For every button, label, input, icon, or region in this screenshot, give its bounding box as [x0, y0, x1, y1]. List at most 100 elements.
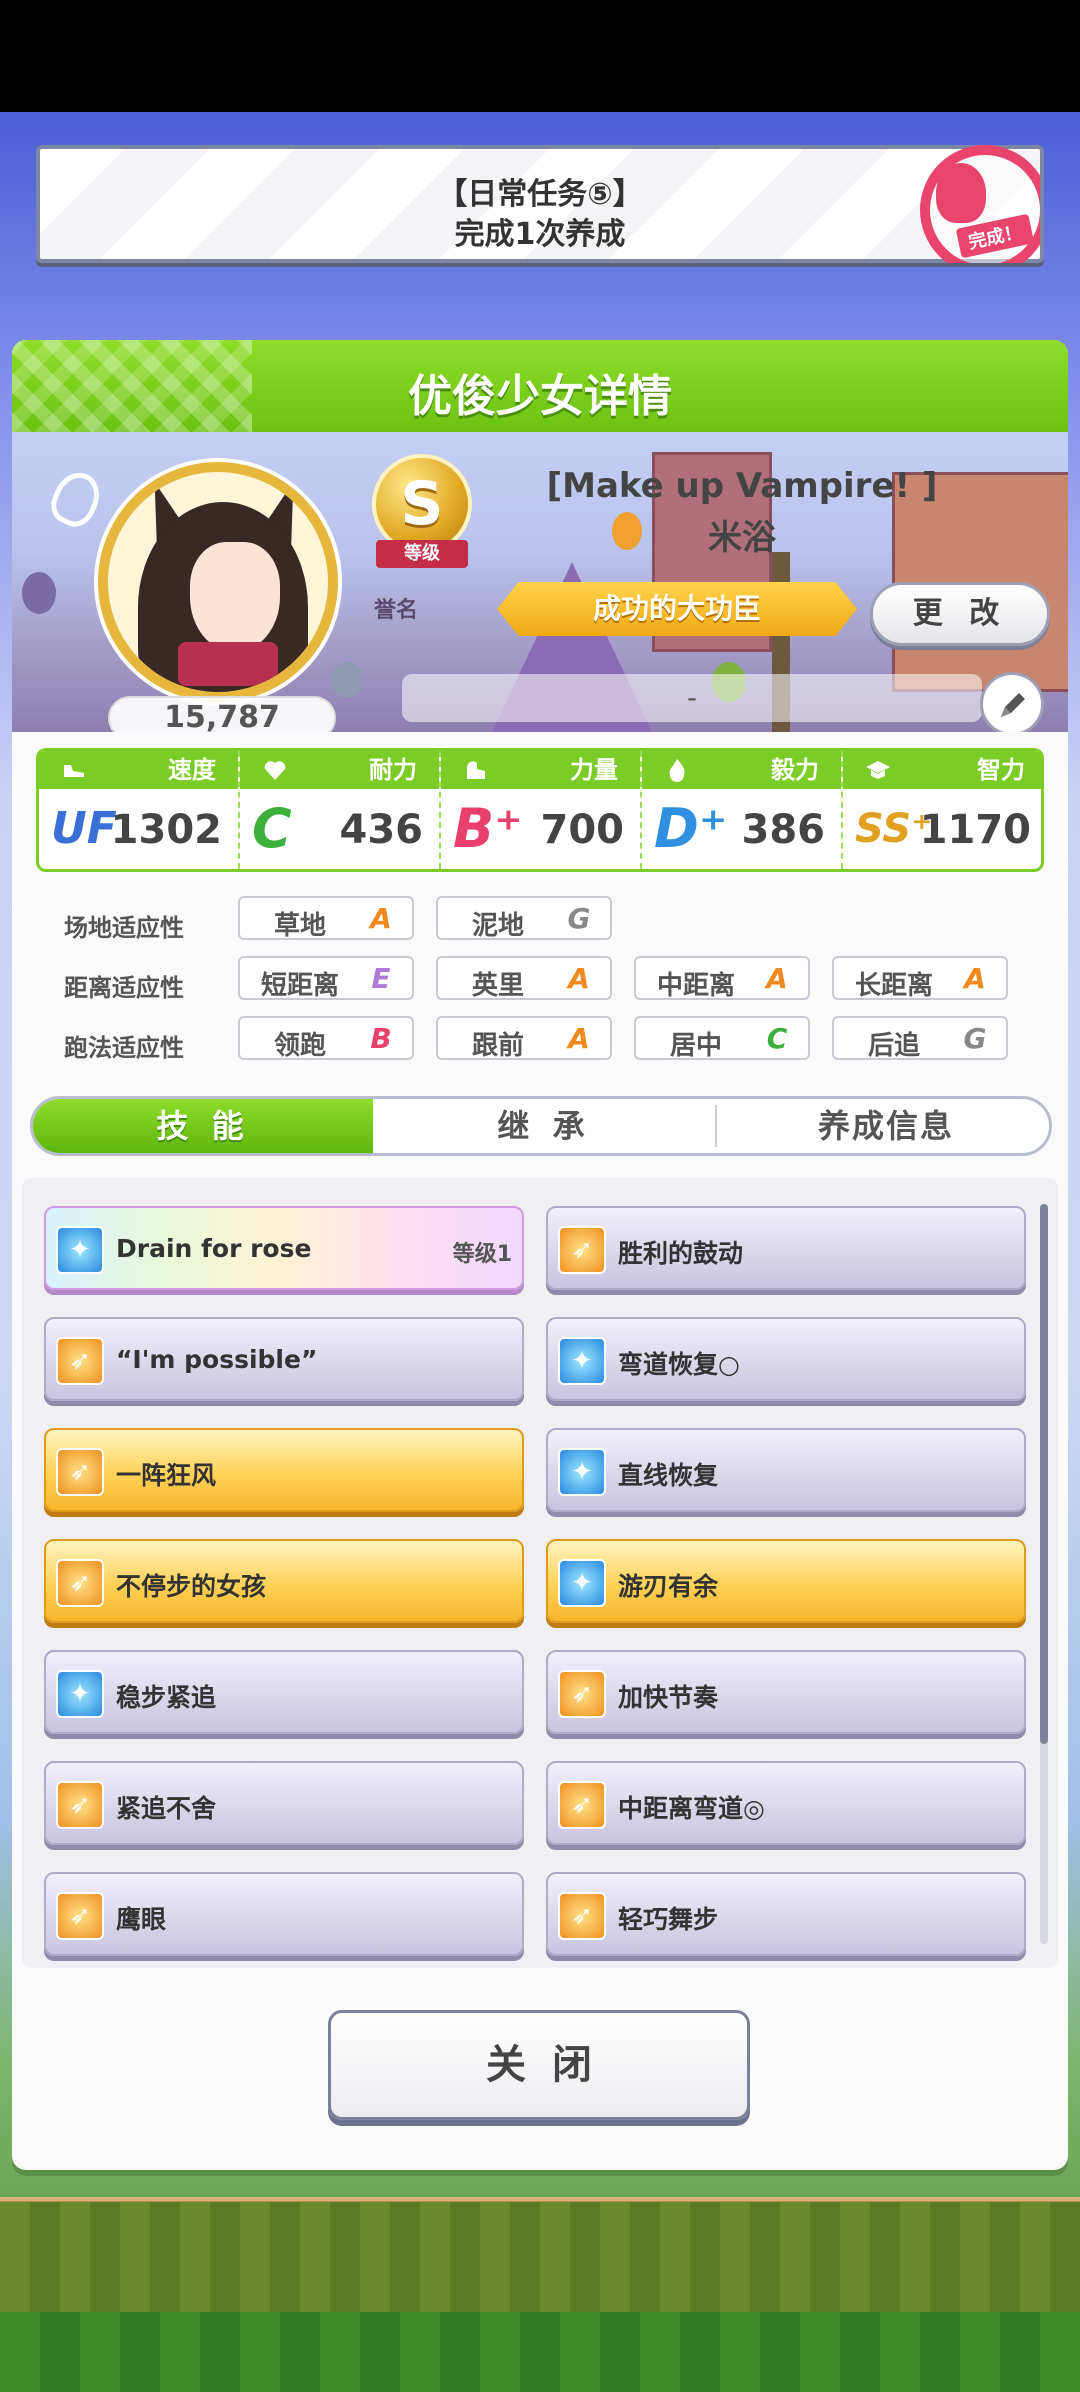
umamusume-detail-panel: 优俊少女详情 15,787 S 等级 誉名 [Make up Vampire! …: [12, 340, 1068, 2170]
stat-label: 力量: [441, 751, 640, 789]
aptitude-grade: A: [370, 902, 392, 935]
stat-body: UF 1302: [39, 789, 238, 869]
skill-name: 游刃有余: [618, 1572, 719, 1601]
stat-label-text: 力量: [570, 756, 618, 784]
muscle-icon: [467, 761, 485, 779]
aptitude-name: 跟前: [471, 1031, 524, 1061]
skill-name: 胜利的鼓动: [618, 1239, 744, 1268]
skill-level: 等级1: [452, 1242, 512, 1267]
skill-item[interactable]: ➶ 紧追不舍: [44, 1761, 524, 1845]
aptitude-grade: A: [568, 1022, 590, 1055]
skill-item[interactable]: ✦ 游刃有余: [546, 1539, 1026, 1623]
aptitude-grade: A: [964, 962, 986, 995]
skill-name: Drain for rose: [116, 1234, 312, 1263]
character-avatar[interactable]: [98, 462, 338, 702]
aptitude-grade: C: [766, 1022, 788, 1055]
aptitude-grade: B: [370, 1022, 392, 1055]
skill-name: 加快节奏: [618, 1683, 719, 1712]
aptitude-name: 长距离: [854, 971, 933, 1001]
skill-item[interactable]: ➶ 中距离弯道◎: [546, 1761, 1026, 1845]
skill-item[interactable]: ✦ 稳步紧追: [44, 1650, 524, 1734]
carrot-icon: [44, 465, 108, 533]
skill-item[interactable]: ➶ 加快节奏: [546, 1650, 1026, 1734]
stat-grade: D⁺: [654, 797, 728, 860]
skill-item[interactable]: ➶ 不停步的女孩: [44, 1539, 524, 1623]
character-name: 米浴: [708, 518, 776, 558]
skill-item[interactable]: ✦ 弯道恢复○: [546, 1317, 1026, 1401]
skill-name: 弯道恢复○: [618, 1350, 740, 1379]
edit-button[interactable]: [980, 672, 1044, 732]
aptitude-name: 后追: [867, 1031, 920, 1061]
aptitude-late-surger: 居中 C: [634, 1016, 810, 1061]
aptitude-end-closer: 后追 G: [832, 1016, 1008, 1061]
speed-skill-icon: ➶: [558, 1670, 606, 1718]
stat-body: D⁺ 386: [642, 789, 841, 869]
stat-value: 436: [339, 807, 424, 853]
stat-value: 1302: [110, 807, 222, 853]
stat-label-text: 耐力: [369, 756, 417, 784]
speed-skill-icon: ➶: [56, 1892, 104, 1940]
recovery-skill-icon: ✦: [558, 1559, 606, 1607]
skill-name: 一阵狂风: [116, 1461, 217, 1490]
stats-table: 速度 UF 1302 耐力 C 436 力量 B⁺ 700 毅力 D⁺ 386 …: [36, 748, 1044, 872]
stat-label: 智力: [843, 751, 1041, 789]
change-button[interactable]: 更 改: [870, 582, 1050, 646]
skill-name: 轻巧舞步: [618, 1905, 719, 1934]
stat-body: SS⁺ 1170: [843, 789, 1041, 869]
aptitude-turf: 草地 A: [238, 896, 414, 941]
fan-count: 15,787: [108, 696, 336, 732]
aptitude-name: 居中: [669, 1031, 722, 1061]
tab-skills[interactable]: 技 能: [33, 1099, 373, 1153]
outfit-name: [Make up Vampire! ]: [546, 466, 938, 506]
stat-grade: B⁺: [453, 797, 523, 860]
rank-label: 等级: [376, 540, 468, 568]
detail-tabs: 技 能 继 承 养成信息: [30, 1096, 1052, 1156]
skill-name: 不停步的女孩: [116, 1572, 267, 1601]
aptitude-grade: E: [371, 962, 391, 995]
tab-inheritance[interactable]: 继 承: [373, 1099, 715, 1153]
skill-name: 直线恢复: [618, 1461, 719, 1490]
panel-header: 优俊少女详情: [12, 340, 1068, 432]
stat-label: 耐力: [240, 751, 439, 789]
mission-title: 【日常任务⑤】: [437, 177, 643, 212]
trophy-icon: [936, 163, 986, 223]
rank-letter: S: [372, 454, 472, 554]
balloon: [332, 662, 362, 698]
stat-wisdom: 智力 SS⁺ 1170: [843, 751, 1041, 869]
skill-item[interactable]: ✦ Drain for rose 等级1: [44, 1206, 524, 1290]
skill-item[interactable]: ➶ 胜利的鼓动: [546, 1206, 1026, 1290]
scrollbar-thumb[interactable]: [1040, 1204, 1048, 1744]
skill-name: 中距离弯道◎: [618, 1794, 765, 1823]
skill-item[interactable]: ➶ “I'm possible”: [44, 1317, 524, 1401]
grass: [0, 2312, 1080, 2392]
stat-grade: UF: [51, 803, 117, 854]
track-aptitude-label: 场地适应性: [64, 914, 184, 942]
stat-label-text: 毅力: [771, 756, 819, 784]
stat-stamina: 耐力 C 436: [240, 751, 441, 869]
aptitude-grade: G: [963, 1022, 987, 1055]
balloon: [22, 572, 56, 614]
skill-item[interactable]: ➶ 一阵狂风: [44, 1428, 524, 1512]
skill-item[interactable]: ✦ 直线恢复: [546, 1428, 1026, 1512]
rank-badge: S 等级: [362, 454, 482, 574]
tab-training-info[interactable]: 养成信息: [717, 1099, 1049, 1153]
stat-body: C 436: [240, 789, 439, 869]
aptitude-name: 泥地: [471, 911, 524, 941]
stat-body: B⁺ 700: [441, 789, 640, 869]
aptitude-medium: 中距离 A: [634, 956, 810, 1001]
stat-label: 速度: [39, 751, 238, 789]
skill-item[interactable]: ➶ 鹰眼: [44, 1872, 524, 1956]
avatar-bow: [178, 642, 278, 686]
stat-value: 700: [540, 807, 625, 853]
stat-label-text: 速度: [168, 756, 216, 784]
daily-mission-banner[interactable]: 【日常任务⑤】 完成1次养成 完成！: [36, 145, 1044, 263]
speed-skill-icon: ➶: [558, 1226, 606, 1274]
skill-item[interactable]: ➶ 轻巧舞步: [546, 1872, 1026, 1956]
stat-speed: 速度 UF 1302: [39, 751, 240, 869]
skill-name: 稳步紧追: [116, 1683, 217, 1712]
speed-skill-icon: ➶: [56, 1781, 104, 1829]
skill-name: 鹰眼: [116, 1905, 167, 1934]
close-button[interactable]: 关闭: [328, 2010, 750, 2120]
recovery-skill-icon: ✦: [558, 1448, 606, 1496]
distance-aptitude-label: 距离适应性: [64, 974, 184, 1002]
